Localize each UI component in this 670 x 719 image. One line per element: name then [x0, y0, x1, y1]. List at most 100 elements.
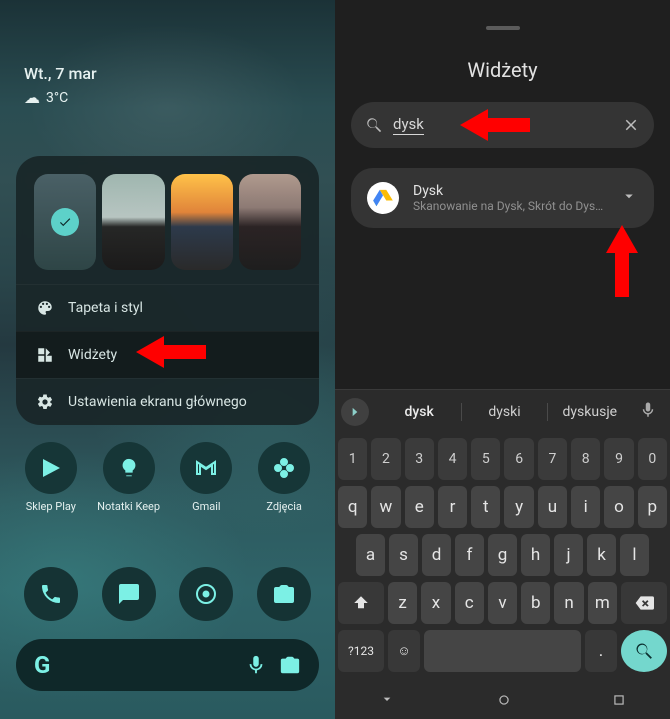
search-icon — [365, 116, 383, 134]
keyboard-mic-icon[interactable] — [632, 401, 664, 423]
home-screen-panel: Wt., 7 mar ☁ 3°C Tapeta i styl Widż — [0, 0, 335, 719]
key-q[interactable]: q — [338, 486, 367, 528]
key-c[interactable]: c — [455, 582, 484, 624]
key-b[interactable]: b — [521, 582, 550, 624]
key-u[interactable]: u — [538, 486, 567, 528]
cloud-icon: ☁ — [24, 88, 40, 107]
result-subtitle: Skanowanie na Dysk, Skrót do Dysku... — [413, 199, 606, 213]
key-h[interactable]: h — [521, 534, 550, 576]
key-v[interactable]: v — [488, 582, 517, 624]
key-s[interactable]: s — [389, 534, 418, 576]
key-row-num: 1234567890 — [338, 438, 667, 480]
key-m[interactable]: m — [588, 582, 617, 624]
key-0[interactable]: 0 — [638, 438, 667, 480]
key-row-2: asdfghjkl — [338, 534, 667, 576]
key-a[interactable]: a — [356, 534, 385, 576]
nav-home-icon[interactable] — [497, 692, 511, 711]
backspace-key[interactable] — [621, 582, 667, 624]
key-7[interactable]: 7 — [538, 438, 567, 480]
clear-icon[interactable] — [622, 116, 640, 134]
app-keep[interactable]: Notatki Keep — [93, 442, 165, 513]
key-4[interactable]: 4 — [438, 438, 467, 480]
key-f[interactable]: f — [455, 534, 484, 576]
wallpaper-thumb[interactable] — [102, 174, 164, 270]
gear-icon — [36, 393, 54, 411]
key-row-1: qwertyuiop — [338, 486, 667, 528]
annotation-arrow — [604, 225, 640, 297]
app-gmail[interactable]: Gmail — [170, 442, 242, 513]
wallpaper-thumb[interactable] — [239, 174, 301, 270]
app-label: Notatki Keep — [97, 500, 160, 513]
key-y[interactable]: y — [504, 486, 533, 528]
lens-icon[interactable] — [279, 654, 301, 676]
key-e[interactable]: e — [405, 486, 434, 528]
key-n[interactable]: n — [554, 582, 583, 624]
suggestion-word[interactable]: dysk — [377, 404, 461, 420]
menu-item-label: Ustawienia ekranu głównego — [68, 394, 299, 410]
app-play-store[interactable]: Sklep Play — [15, 442, 87, 513]
suggestion-word[interactable]: dyski — [462, 404, 546, 420]
menu-home-settings[interactable]: Ustawienia ekranu głównego — [16, 378, 319, 425]
key-k[interactable]: k — [587, 534, 616, 576]
key-g[interactable]: g — [488, 534, 517, 576]
key-d[interactable]: d — [422, 534, 451, 576]
check-icon — [51, 208, 79, 236]
key-9[interactable]: 9 — [604, 438, 633, 480]
emoji-key[interactable]: ☺ — [388, 630, 420, 672]
key-8[interactable]: 8 — [571, 438, 600, 480]
menu-wallpaper-style[interactable]: Tapeta i styl — [16, 284, 319, 331]
app-row: Sklep Play Notatki Keep Gmail Zdjęcia — [0, 442, 335, 513]
dock-phone[interactable] — [24, 567, 78, 621]
shift-key[interactable] — [338, 582, 384, 624]
key-2[interactable]: 2 — [371, 438, 400, 480]
menu-item-label: Tapeta i styl — [68, 300, 299, 316]
key-r[interactable]: r — [438, 486, 467, 528]
result-title: Dysk — [413, 183, 606, 199]
period-key[interactable]: . — [585, 630, 617, 672]
temperature-text: 3°C — [46, 90, 68, 106]
key-j[interactable]: j — [554, 534, 583, 576]
google-g-icon: G — [34, 651, 50, 679]
search-key[interactable] — [621, 630, 667, 672]
key-w[interactable]: w — [371, 486, 400, 528]
key-5[interactable]: 5 — [471, 438, 500, 480]
wallpaper-thumb-selected[interactable] — [34, 174, 96, 270]
keyboard: dysk dyski dyskusje 1234567890 qwertyuio… — [335, 389, 670, 719]
key-i[interactable]: i — [571, 486, 600, 528]
nav-recents-icon[interactable] — [612, 692, 626, 711]
google-search-bar[interactable]: G — [16, 639, 319, 691]
nav-down-icon[interactable] — [379, 691, 395, 711]
expand-suggestions-button[interactable] — [341, 398, 369, 426]
widget-search-input[interactable]: dysk — [351, 102, 654, 148]
widget-result-dysk[interactable]: Dysk Skanowanie na Dysk, Skrót do Dysku.… — [351, 168, 654, 228]
app-label: Sklep Play — [26, 500, 76, 513]
dock-camera[interactable] — [257, 567, 311, 621]
menu-widgets[interactable]: Widżety — [16, 331, 319, 378]
key-l[interactable]: l — [620, 534, 649, 576]
suggestion-word[interactable]: dyskusje — [548, 404, 632, 420]
chevron-down-icon[interactable] — [620, 187, 638, 209]
key-3[interactable]: 3 — [405, 438, 434, 480]
key-o[interactable]: o — [604, 486, 633, 528]
key-1[interactable]: 1 — [338, 438, 367, 480]
app-photos[interactable]: Zdjęcia — [248, 442, 320, 513]
key-6[interactable]: 6 — [504, 438, 533, 480]
mic-icon[interactable] — [245, 654, 267, 676]
wallpaper-thumb[interactable] — [171, 174, 233, 270]
home-context-menu: Tapeta i styl Widżety Ustawienia ekranu … — [16, 156, 319, 425]
search-text: dysk — [393, 115, 424, 135]
key-p[interactable]: p — [638, 486, 667, 528]
symbols-key[interactable]: ?123 — [338, 630, 384, 672]
key-z[interactable]: z — [388, 582, 417, 624]
key-t[interactable]: t — [471, 486, 500, 528]
key-x[interactable]: x — [421, 582, 450, 624]
space-key[interactable] — [424, 630, 581, 672]
dock-chrome[interactable] — [179, 567, 233, 621]
dock-messages[interactable] — [102, 567, 156, 621]
key-row-3: zxcvbnm — [338, 582, 667, 624]
widget-picker-panel: Widżety dysk Dysk Skanowanie na Dysk, Sk… — [335, 0, 670, 719]
drag-handle[interactable] — [486, 26, 520, 30]
suggestion-bar: dysk dyski dyskusje — [335, 390, 670, 434]
weather-widget[interactable]: ☁ 3°C — [24, 88, 68, 107]
menu-item-label: Widżety — [68, 347, 299, 363]
